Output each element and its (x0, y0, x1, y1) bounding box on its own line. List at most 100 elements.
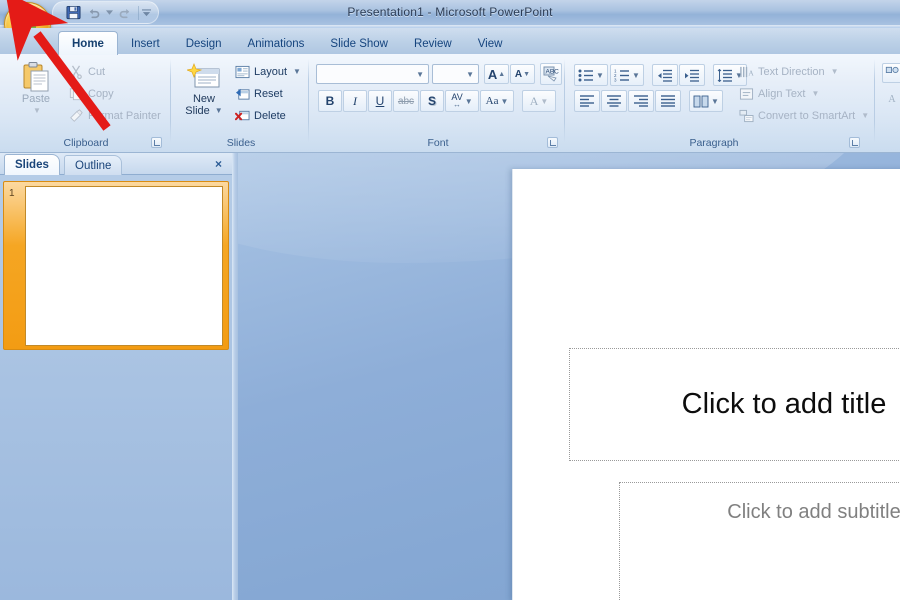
pane-tab-outline[interactable]: Outline (64, 155, 123, 175)
ribbon-group-slides: New Slide ▼ Layout ▼ Reset Delete Slides (176, 56, 306, 150)
font-color-dropdown-icon[interactable]: ▼ (540, 97, 548, 106)
change-case-dropdown-icon[interactable]: ▼ (500, 97, 508, 106)
subtitle-placeholder[interactable]: Click to add subtitle (619, 482, 900, 600)
new-slide-dropdown-icon[interactable]: ▼ (215, 105, 223, 117)
delete-slide-button[interactable]: Delete (234, 106, 286, 125)
delete-icon (234, 108, 250, 124)
numbering-button[interactable]: 123 ▼ (610, 64, 644, 86)
bullets-dropdown-icon[interactable]: ▼ (596, 71, 604, 80)
paste-dropdown-icon[interactable]: ▼ (12, 105, 62, 117)
spacing-arrows-icon: ↔ (453, 100, 462, 109)
text-direction-dropdown-icon[interactable]: ▼ (831, 67, 839, 76)
ribbon-group-clipboard: Paste ▼ Cut Copy Format Painter Clipboar… (4, 56, 168, 150)
title-placeholder[interactable]: Click to add title (569, 348, 900, 461)
align-text-button[interactable]: Align Text ▼ (738, 84, 819, 103)
slide-thumbnail-list[interactable]: 1 (0, 175, 232, 600)
svg-text:ABC: ABC (546, 69, 560, 76)
smartart-dropdown-icon[interactable]: ▼ (861, 111, 869, 120)
title-placeholder-text: Click to add title (681, 388, 887, 420)
clear-formatting-button[interactable]: ABC (540, 63, 562, 85)
undo-dropdown-icon[interactable] (105, 3, 114, 22)
ribbon-tabs: Home Insert Design Animations Slide Show… (58, 28, 515, 55)
align-right-button[interactable] (628, 90, 654, 112)
numbering-dropdown-icon[interactable]: ▼ (632, 71, 640, 80)
ribbon-group-drawing: A (880, 56, 900, 150)
format-painter-label: Format Painter (88, 109, 161, 122)
svg-text:3: 3 (614, 77, 617, 82)
slides-outline-pane: Slides Outline × 1 (0, 153, 232, 600)
font-name-combo[interactable]: ▼ (316, 64, 429, 84)
columns-dropdown-icon[interactable]: ▼ (711, 97, 719, 106)
columns-button[interactable]: ▼ (689, 90, 723, 112)
pane-tab-slides[interactable]: Slides (4, 154, 60, 175)
align-text-icon (738, 86, 754, 102)
quick-styles-button[interactable]: A (882, 89, 900, 109)
text-direction-label: Text Direction (758, 65, 825, 78)
italic-button[interactable]: I (343, 90, 367, 112)
change-case-button[interactable]: Aa ▼ (480, 90, 514, 112)
tab-home[interactable]: Home (58, 31, 118, 55)
strikethrough-button[interactable]: abc (393, 90, 419, 112)
align-center-button[interactable] (601, 90, 627, 112)
format-painter-button[interactable]: Format Painter (68, 106, 161, 125)
close-pane-button[interactable]: × (211, 156, 226, 171)
slide-thumbnail-preview[interactable] (25, 186, 223, 346)
character-spacing-dropdown-icon[interactable]: ▼ (465, 97, 473, 106)
group-divider (308, 59, 309, 143)
justify-button[interactable] (655, 90, 681, 112)
decrease-indent-button[interactable] (652, 64, 678, 86)
bullets-button[interactable]: ▼ (574, 64, 608, 86)
tab-slide-show[interactable]: Slide Show (317, 33, 401, 55)
layout-button[interactable]: Layout ▼ (234, 62, 301, 81)
clipboard-dialog-launcher[interactable] (151, 137, 162, 148)
save-button[interactable] (63, 3, 83, 22)
tab-design[interactable]: Design (173, 33, 235, 55)
paste-button[interactable]: Paste ▼ (10, 61, 62, 117)
font-size-combo[interactable]: ▼ (432, 64, 479, 84)
tab-home-label: Home (72, 37, 104, 50)
convert-to-smartart-button[interactable]: Convert to SmartArt ▼ (738, 106, 869, 125)
increase-indent-button[interactable] (679, 64, 705, 86)
tab-slide-show-label: Slide Show (330, 38, 388, 50)
layout-dropdown-icon[interactable]: ▼ (293, 67, 301, 76)
slide-canvas[interactable]: Click to add title Click to add subtitle (512, 169, 900, 600)
bullets-icon (578, 69, 594, 81)
shrink-arrow-icon: ▼ (523, 70, 531, 78)
font-size-dropdown-icon[interactable]: ▼ (466, 70, 474, 79)
tab-insert[interactable]: Insert (118, 33, 173, 55)
align-left-button[interactable] (574, 90, 600, 112)
cut-button[interactable]: Cut (68, 62, 105, 81)
bold-label: B (325, 94, 335, 108)
copy-button[interactable]: Copy (68, 84, 114, 103)
text-direction-button[interactable]: A Text Direction ▼ (738, 62, 839, 81)
slides-group-label: Slides (226, 137, 256, 149)
text-shadow-button[interactable]: S (420, 90, 444, 112)
bold-button[interactable]: B (318, 90, 342, 112)
shapes-gallery-button[interactable] (882, 63, 900, 83)
align-left-icon (580, 95, 594, 107)
align-text-dropdown-icon[interactable]: ▼ (812, 89, 820, 98)
customize-qat-icon[interactable] (142, 3, 151, 22)
tab-animations[interactable]: Animations (235, 33, 318, 55)
layout-icon (234, 64, 250, 80)
new-slide-button[interactable]: New Slide ▼ (178, 61, 230, 117)
font-color-label: A (529, 93, 539, 108)
font-dialog-launcher[interactable] (547, 137, 558, 148)
tab-review[interactable]: Review (401, 33, 465, 55)
increase-indent-icon (685, 69, 699, 82)
grow-font-button[interactable]: A ▲ (484, 64, 509, 84)
paragraph-dialog-launcher[interactable] (849, 137, 860, 148)
copy-label: Copy (88, 87, 114, 100)
undo-button[interactable] (84, 3, 104, 22)
numbering-icon: 123 (614, 69, 630, 82)
shrink-font-button[interactable]: A ▼ (510, 64, 535, 84)
reset-button[interactable]: Reset (234, 84, 283, 103)
font-name-dropdown-icon[interactable]: ▼ (416, 70, 424, 79)
character-spacing-button[interactable]: AV ↔ ▼ (445, 90, 479, 112)
font-color-button[interactable]: A ▼ (522, 90, 556, 112)
redo-button[interactable] (115, 3, 135, 22)
qat-separator (138, 5, 139, 20)
tab-view[interactable]: View (465, 33, 516, 55)
slide-thumbnail-item[interactable]: 1 (3, 181, 229, 350)
underline-button[interactable]: U (368, 90, 392, 112)
